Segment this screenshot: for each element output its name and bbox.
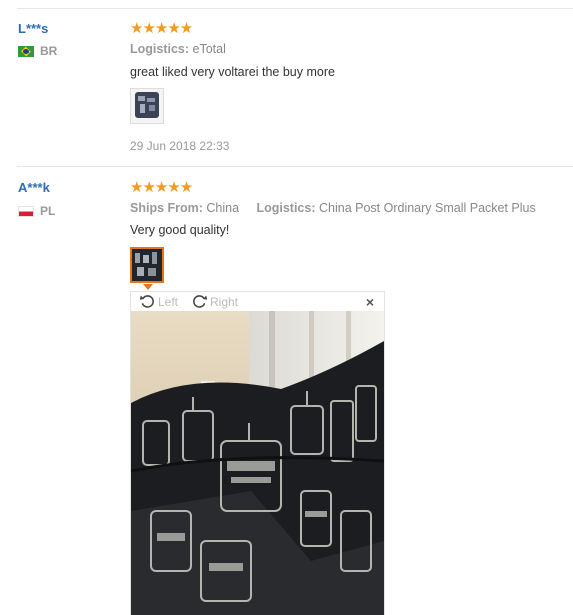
thumbnail-pointer <box>143 284 153 290</box>
brazil-flag-icon <box>18 45 34 57</box>
pillow-photo-thumbnail-image <box>131 89 163 123</box>
review-photo-thumbnail[interactable] <box>130 88 164 124</box>
review-text: great liked very voltarei the buy more <box>130 65 335 79</box>
review-meta: Logistics: eTotal <box>130 42 226 56</box>
rotate-left-label: Left <box>158 294 179 309</box>
rating-stars: ★★★★★ <box>130 20 193 37</box>
logistics-label: Logistics: <box>256 201 316 215</box>
logistics-value: eTotal <box>192 42 226 56</box>
rotate-right-icon <box>193 295 208 308</box>
review-meta: Ships From: China Logistics: China Post … <box>130 201 536 215</box>
printed-pillow-photo <box>131 311 384 615</box>
reviewer-name[interactable]: L***s <box>18 21 48 36</box>
poland-flag-icon <box>18 205 34 217</box>
country-code: PL <box>40 204 56 218</box>
review-date: 29 Jun 2018 22:33 <box>130 139 230 153</box>
country-code: BR <box>40 44 58 58</box>
rotate-left-icon <box>139 295 154 308</box>
rating-stars: ★★★★★ <box>130 179 193 196</box>
logistics-label: Logistics: <box>130 42 190 56</box>
review-photo-thumbnail-selected[interactable] <box>130 247 164 283</box>
reviewer-name[interactable]: A***k <box>18 180 50 195</box>
review-photo-large <box>131 311 384 615</box>
top-divider <box>17 8 573 9</box>
photo-viewer-toolbar: Left Right × <box>131 292 384 311</box>
rotate-left-button[interactable]: Left <box>139 293 178 310</box>
reviewer-country: BR <box>18 44 57 58</box>
review-text: Very good quality! <box>130 223 230 237</box>
logistics-value: China Post Ordinary Small Packet Plus <box>318 201 536 215</box>
ships-from-label: Ships From: <box>130 201 203 215</box>
pillow-photo-thumbnail-image <box>132 249 162 281</box>
reviewer-country: PL <box>18 204 55 218</box>
review-divider <box>17 166 573 167</box>
photo-viewer: Left Right × <box>130 291 385 615</box>
ships-from-value: China <box>206 201 240 215</box>
rotate-right-button[interactable]: Right <box>191 293 238 310</box>
close-viewer-button[interactable]: × <box>366 294 374 310</box>
rotate-right-label: Right <box>210 294 239 309</box>
